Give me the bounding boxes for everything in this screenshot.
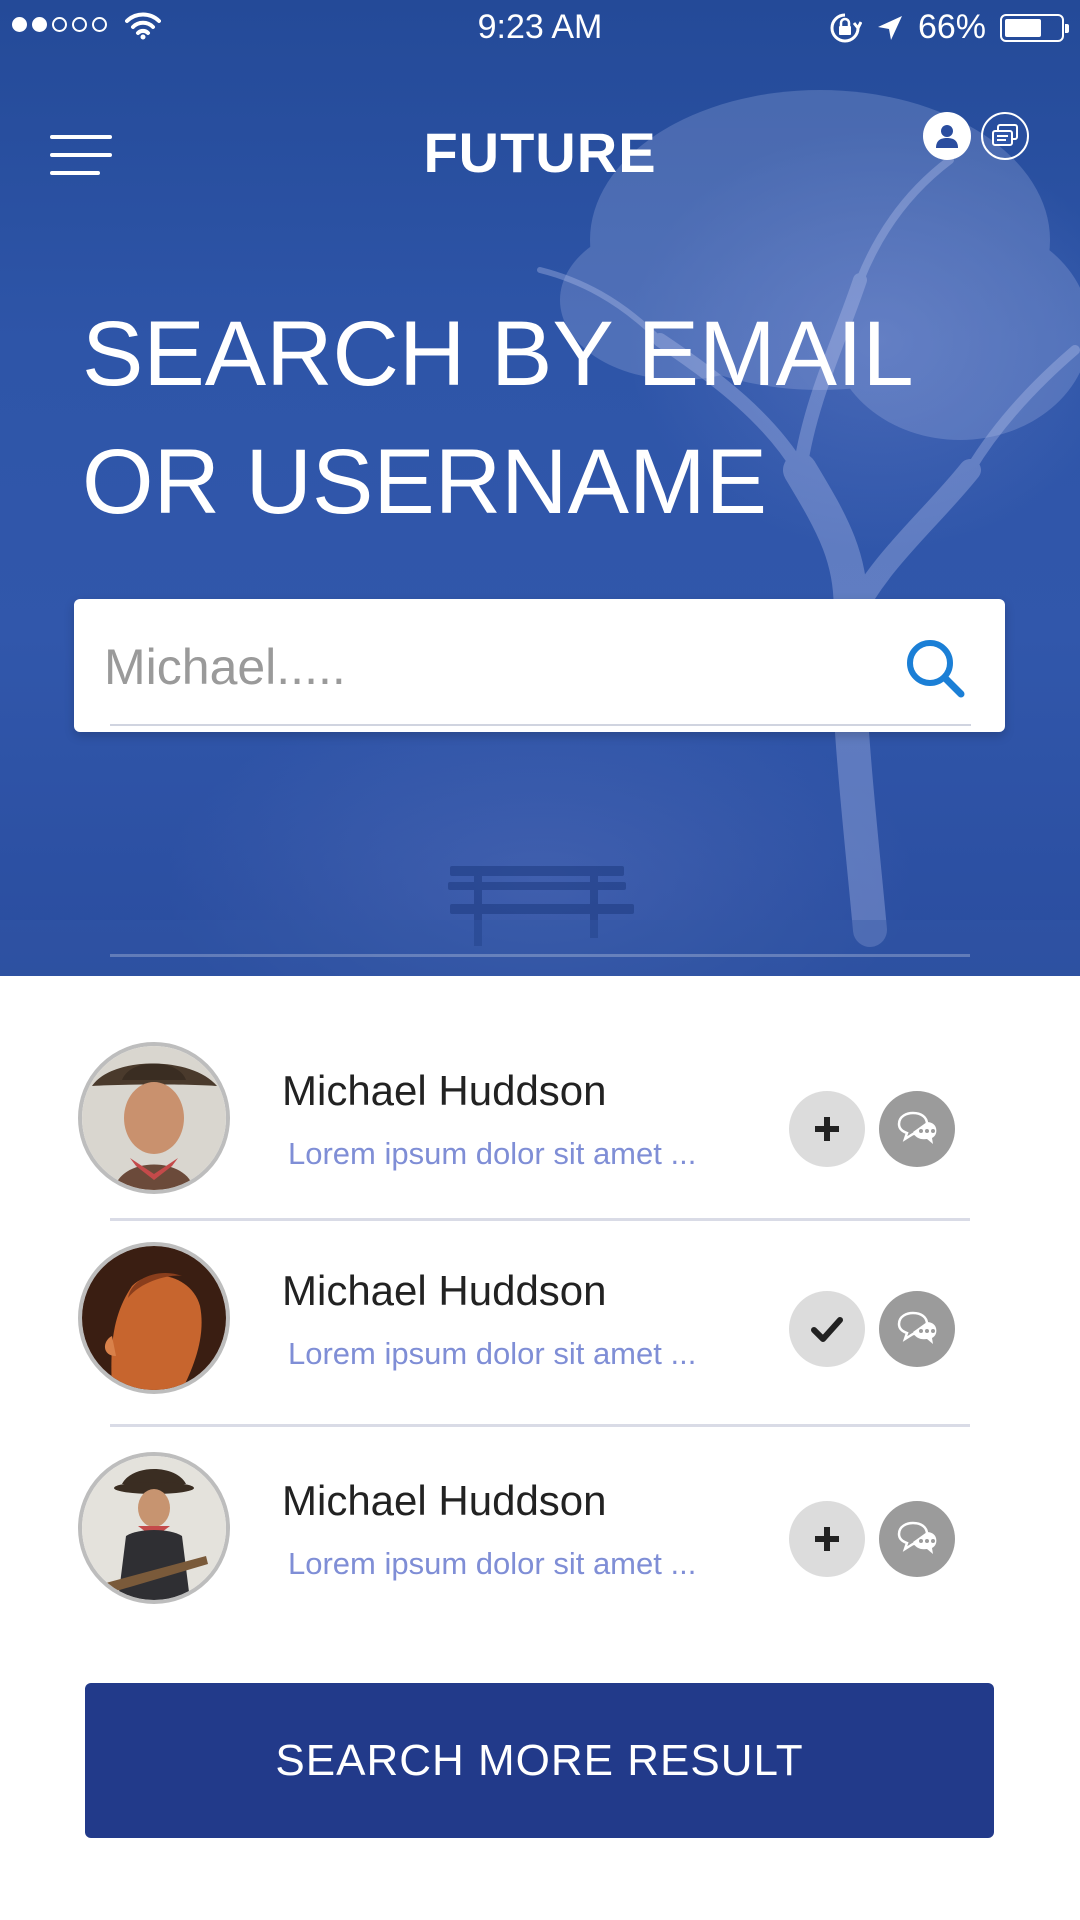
search-icon[interactable]: [903, 636, 967, 700]
hero-divider: [110, 954, 970, 957]
add-friend-button[interactable]: [789, 1091, 865, 1167]
result-description: Lorem ipsum dolor sit amet ...: [288, 1136, 697, 1171]
chat-bubbles-icon: [897, 1521, 937, 1554]
chat-button[interactable]: [879, 1291, 955, 1367]
avatar[interactable]: [78, 1042, 230, 1194]
battery-icon: [1000, 13, 1069, 42]
result-item[interactable]: Michael Huddson Lorem ipsum dolor sit am…: [0, 1242, 1080, 1394]
chat-button[interactable]: [879, 1501, 955, 1577]
hero-section: 9:23 AM 66% FUTURE SEARCH BY EMAIL OR US…: [0, 0, 1080, 976]
result-item[interactable]: Michael Huddson Lorem ipsum dolor sit am…: [0, 1452, 1080, 1604]
plus-icon: [815, 1527, 839, 1551]
status-right: 66%: [828, 8, 1069, 47]
chat-button[interactable]: [879, 1091, 955, 1167]
plus-icon: [815, 1117, 839, 1141]
add-friend-button[interactable]: [789, 1501, 865, 1577]
avatar-image: [82, 1046, 226, 1190]
status-bar: 9:23 AM 66%: [0, 0, 1080, 54]
search-underline: [110, 724, 971, 726]
check-icon: [811, 1317, 843, 1342]
user-icon: [936, 125, 958, 148]
result-name: Michael Huddson: [282, 1067, 607, 1114]
battery-fill: [1005, 18, 1041, 37]
profile-button[interactable]: [923, 112, 971, 160]
result-item[interactable]: Michael Huddson Lorem ipsum dolor sit am…: [0, 1042, 1080, 1194]
app-title: FUTURE: [423, 121, 657, 184]
headline-line-2: OR USERNAME: [82, 431, 767, 533]
result-name: Michael Huddson: [282, 1267, 607, 1314]
page-headline: SEARCH BY EMAIL OR USERNAME: [82, 290, 914, 546]
messages-icon: [992, 124, 1018, 146]
result-name: Michael Huddson: [282, 1477, 607, 1524]
avatar-image: [82, 1456, 226, 1600]
avatar[interactable]: [78, 1452, 230, 1604]
battery-percent: 66%: [917, 8, 986, 46]
avatar-image: [82, 1246, 226, 1390]
friend-added-button[interactable]: [789, 1291, 865, 1367]
chat-bubbles-icon: [897, 1311, 937, 1344]
rotation-lock-icon: [830, 13, 862, 42]
result-description: Lorem ipsum dolor sit amet ...: [288, 1336, 697, 1371]
search-more-button[interactable]: SEARCH MORE RESULT: [85, 1683, 994, 1838]
avatar[interactable]: [78, 1242, 230, 1394]
search-bar: [74, 599, 1005, 732]
search-input[interactable]: [104, 629, 924, 705]
messages-button[interactable]: [981, 112, 1029, 160]
headline-line-1: SEARCH BY EMAIL: [82, 303, 914, 405]
location-arrow-icon: [877, 15, 902, 40]
row-divider: [110, 1218, 970, 1221]
chat-bubbles-icon: [897, 1111, 937, 1144]
row-divider: [110, 1424, 970, 1427]
result-description: Lorem ipsum dolor sit amet ...: [288, 1546, 697, 1581]
